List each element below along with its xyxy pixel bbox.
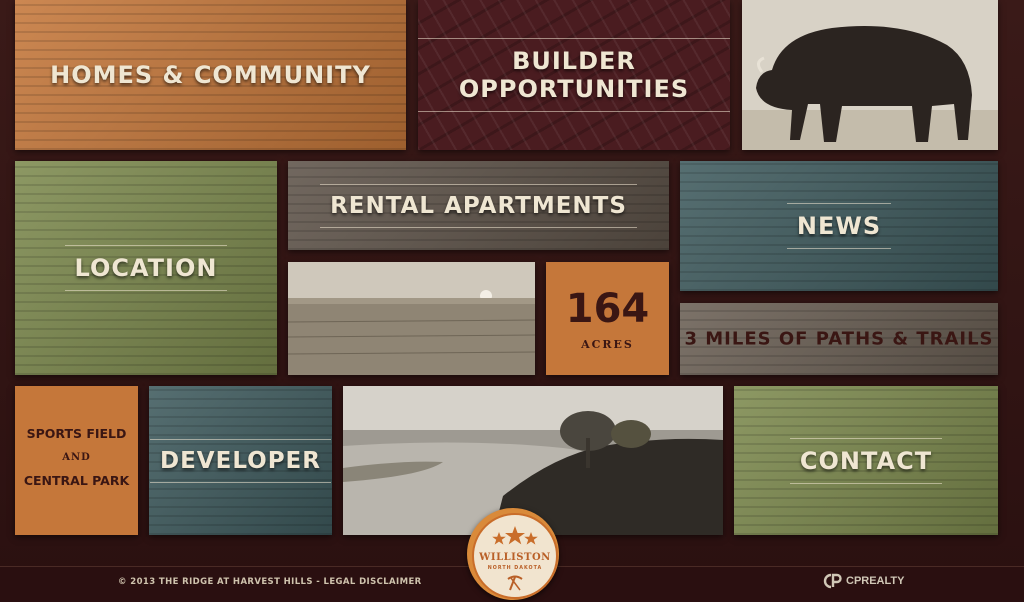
bison-photo-tile[interactable] <box>742 0 998 150</box>
sports-line-3: CENTRAL PARK <box>23 473 130 488</box>
williston-seal[interactable]: WILLISTON NORTH DAKOTA <box>467 508 559 600</box>
wheat-field-photo <box>288 262 535 375</box>
acres-unit: ACRES <box>581 338 634 351</box>
cp-realty-icon <box>823 573 842 589</box>
tile-location[interactable]: LOCATION <box>15 161 277 375</box>
acres-value: 164 <box>565 286 650 332</box>
tile-contact-label: CONTACT <box>789 437 943 484</box>
tile-builder-label: BUILDER OPPORTUNITIES <box>418 38 730 112</box>
tile-homes-label: HOMES & COMMUNITY <box>50 61 371 89</box>
star-icon <box>492 526 538 545</box>
tile-builder-opportunities[interactable]: BUILDER OPPORTUNITIES <box>418 0 730 150</box>
pickaxe-icon <box>507 575 523 591</box>
footer-copyright-link[interactable]: © 2013 THE RIDGE AT HARVEST HILLS - LEGA… <box>118 577 422 587</box>
cp-realty-logo[interactable]: CPREALTY <box>822 573 904 589</box>
tile-rental-label: RENTAL APARTMENTS <box>320 183 637 228</box>
wheat-field-photo-tile[interactable] <box>288 262 535 375</box>
tile-news[interactable]: NEWS <box>680 161 998 291</box>
bison-photo <box>742 0 998 150</box>
tile-paths-label: 3 MILES OF PATHS & TRAILS <box>684 328 994 350</box>
tile-paths-trails[interactable]: 3 MILES OF PATHS & TRAILS <box>680 303 998 375</box>
sports-line-1: SPORTS FIELD <box>26 426 127 441</box>
tile-developer-label: DEVELOPER <box>150 438 331 483</box>
tile-homes-community[interactable]: HOMES & COMMUNITY <box>15 0 406 150</box>
tile-news-label: NEWS <box>786 203 892 249</box>
tile-sports-field[interactable]: SPORTS FIELD AND CENTRAL PARK <box>15 386 138 535</box>
sports-line-2: AND <box>62 452 91 463</box>
seal-subtitle: NORTH DAKOTA <box>487 566 543 571</box>
tile-contact[interactable]: CONTACT <box>734 386 998 535</box>
tile-rental-apartments[interactable]: RENTAL APARTMENTS <box>288 161 669 250</box>
tile-developer[interactable]: DEVELOPER <box>149 386 332 535</box>
tile-acres: 164 ACRES <box>546 262 669 375</box>
cp-realty-text: CPREALTY <box>846 575 905 587</box>
seal-name: WILLISTON <box>479 552 551 563</box>
tile-location-label: LOCATION <box>64 245 228 291</box>
